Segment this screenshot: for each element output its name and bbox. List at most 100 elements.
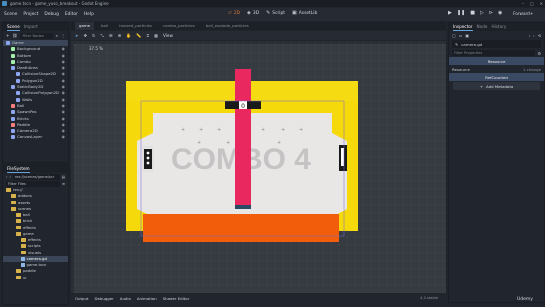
link-icon[interactable]: ⛓ (12, 33, 17, 38)
minimize-icon[interactable]: – (522, 0, 524, 7)
forward-icon[interactable]: › (533, 33, 535, 38)
assetlib-icon: ▣ (292, 10, 297, 16)
forward-icon[interactable]: › (9, 175, 10, 179)
new-resource-icon[interactable]: ▢ (452, 33, 456, 38)
tab-output[interactable]: Output (75, 294, 89, 303)
resource-property[interactable]: Resource 1 change (449, 65, 544, 73)
save-icon[interactable]: ▣ (465, 33, 469, 38)
play-icon[interactable]: ▶ (448, 10, 452, 16)
node-type-icon (11, 122, 15, 127)
resource-section-header[interactable]: Resource (449, 57, 544, 65)
menu-help[interactable]: Help (84, 12, 94, 17)
edited-file-name: camera.gd (461, 41, 483, 47)
refcounted-section-header[interactable]: RefCounted (449, 73, 544, 81)
pivot-tool-icon[interactable]: ⊕ (118, 33, 122, 38)
close-icon[interactable]: ✕ (540, 0, 543, 7)
scene-tree-node[interactable]: CanvasLayer ◉ (3, 134, 68, 140)
select-tool-icon[interactable]: ➤ (75, 33, 79, 38)
tab-shader-editor[interactable]: Shader Editor (163, 294, 190, 303)
file-label: paddle (23, 268, 36, 274)
search-icon[interactable]: ⌕ (56, 33, 58, 38)
node-type-icon (16, 91, 20, 96)
menu-editor[interactable]: Editor (65, 12, 78, 17)
settings-icon[interactable]: ⚙ (538, 51, 542, 56)
resource-label: Resource (452, 66, 470, 72)
stop-icon[interactable]: ■ (470, 10, 475, 16)
split-icon[interactable]: ▤ (62, 175, 65, 179)
sort-icon[interactable]: ≡ (62, 182, 65, 186)
maximize-icon[interactable]: □ (530, 0, 534, 7)
back-icon[interactable]: ‹ (6, 175, 7, 179)
node-type-icon (11, 103, 15, 108)
rotate-tool-icon[interactable]: ↻ (92, 33, 96, 38)
play-controls: ▶ ❚❚ ■ ▷ ⊳ ◉ (448, 10, 502, 16)
pan-tool-icon[interactable]: ✋ (126, 33, 131, 39)
node-label: CollisionPolygon2D (22, 90, 60, 96)
menu-scene[interactable]: Scene (4, 12, 17, 17)
udemy-watermark: Udemy (517, 297, 533, 302)
movie-icon[interactable]: ◉ (498, 10, 502, 16)
back-icon[interactable]: ‹ (529, 33, 531, 38)
node-label: Bottom (17, 52, 32, 58)
folder-item[interactable]: ui (3, 275, 68, 281)
filter-files-input[interactable]: Filter Files (6, 180, 60, 187)
tab-animation[interactable]: Animation (137, 294, 157, 303)
edited-object[interactable]: ✎ camera.gd (452, 40, 541, 48)
history-icon[interactable]: ⟲ (538, 33, 541, 38)
tab-import[interactable]: Import (24, 23, 38, 31)
view-menu[interactable]: View (163, 33, 173, 38)
open-icon[interactable]: ▭ (459, 33, 463, 38)
filter-properties-input[interactable]: Filter Properties (452, 50, 535, 56)
filter-nodes-input[interactable]: Filter Nodes (20, 32, 53, 39)
svg-text:+: + (217, 127, 221, 133)
svg-text:+: + (199, 127, 203, 133)
scene-tab-ball-explode-particles[interactable]: ball_explode_particles (202, 22, 253, 30)
snap-icon[interactable]: ⌗ (147, 33, 149, 38)
list-tool-icon[interactable]: ☰ (109, 33, 113, 38)
scene-tabs: game ball hanzed_particles combo_particl… (71, 22, 446, 30)
scene-toolbar: + ⛓ Filter Nodes ⌕ ⋮ (3, 31, 68, 40)
tab-scene[interactable]: Scene (7, 23, 20, 31)
tab-filesystem[interactable]: FileSystem (7, 165, 30, 173)
tab-history[interactable]: History (491, 23, 506, 31)
node-type-icon (16, 72, 20, 77)
play-custom-icon[interactable]: ⊳ (489, 10, 493, 16)
bottom-panel-bar: Output Debugger Audio Animation Shader E… (71, 294, 446, 303)
visibility-icon[interactable]: ◉ (62, 134, 65, 140)
add-metadata-button[interactable]: + Add Metadata (453, 82, 540, 90)
scene-tab-combo-particles[interactable]: combo_particles (159, 22, 199, 30)
pause-icon[interactable]: ❚❚ (457, 10, 465, 16)
paddle-label: 0 (241, 103, 245, 110)
path-field[interactable]: res://scenes/game/scr (12, 173, 60, 180)
tab-audio[interactable]: Audio (120, 294, 131, 303)
menu-debug[interactable]: Debug (44, 12, 58, 17)
tab-assetlib[interactable]: ▣ AssetLib (292, 10, 317, 16)
more-icon[interactable]: ⋮ (61, 33, 65, 38)
scale-tool-icon[interactable]: ⤡ (101, 33, 104, 38)
menu-project[interactable]: Project (23, 12, 38, 17)
canvas-viewport[interactable]: 37.5 % COMBO 4 + + + + + + + + + 0 (71, 41, 446, 293)
node-label: Game (12, 40, 24, 45)
grid-icon[interactable]: ▦ (154, 33, 158, 38)
inspector-tabs: Inspector Node History (449, 23, 544, 31)
scene-tab-hanzed-particles[interactable]: hanzed_particles (115, 22, 156, 30)
tab-node[interactable]: Node (477, 23, 488, 31)
title-bar: game.tscn - game_yuso_breakout - Godot E… (0, 0, 545, 7)
renderer-select[interactable]: Forward+ (513, 11, 533, 16)
node-type-icon (11, 66, 15, 71)
node-type-icon (11, 116, 15, 121)
move-tool-icon[interactable]: ✥ (84, 33, 88, 38)
file-label: game.tscn (26, 262, 47, 267)
scene-tab-game[interactable]: game (75, 22, 95, 30)
tab-script[interactable]: ✎ Script (266, 10, 285, 16)
add-node-icon[interactable]: + (6, 33, 9, 38)
tab-2d[interactable]: ▱ 2D (228, 10, 240, 16)
node-label: Bricks (17, 115, 29, 121)
scene-tab-ball[interactable]: ball (97, 22, 112, 30)
tab-inspector[interactable]: Inspector (453, 23, 473, 31)
tab-3d[interactable]: ◈ 3D (247, 10, 259, 16)
ruler-tool-icon[interactable]: 📏 (136, 33, 141, 39)
tab-debugger[interactable]: Debugger (95, 294, 114, 303)
folder-icon (16, 213, 21, 217)
play-scene-icon[interactable]: ▷ (480, 10, 484, 16)
